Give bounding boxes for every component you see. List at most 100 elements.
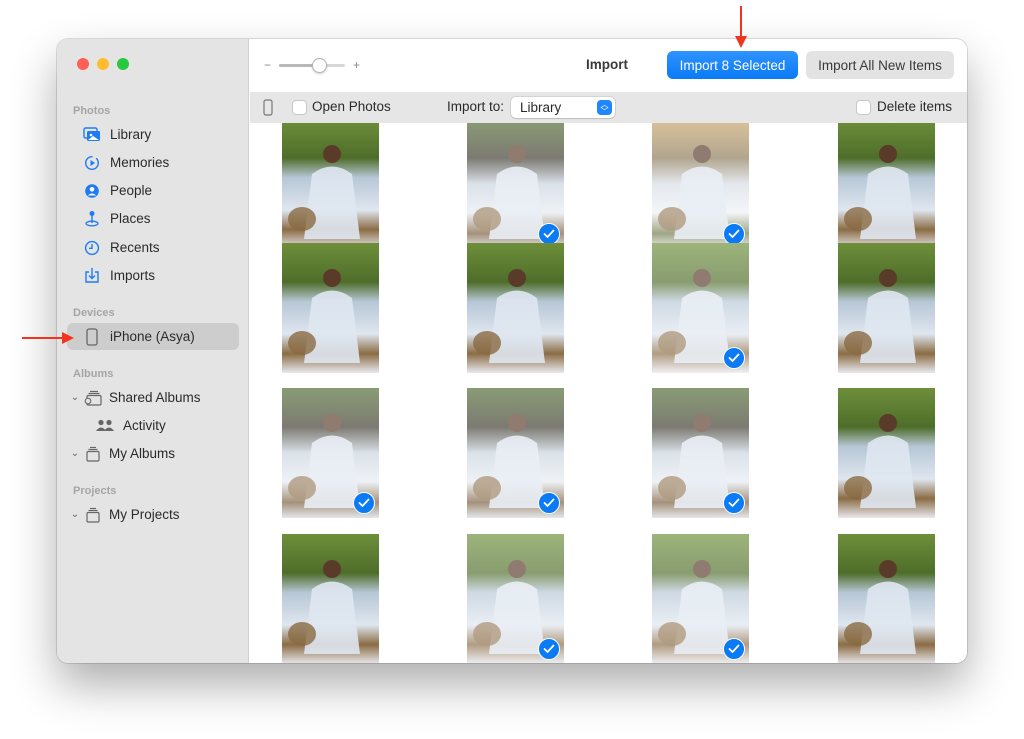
photo-thumbnail[interactable]	[838, 243, 935, 373]
checkmark-icon[interactable]	[723, 492, 745, 514]
import-to-select[interactable]: Library ︿ ﹀	[511, 97, 615, 118]
iphone-icon	[82, 327, 102, 346]
photo-thumbnail[interactable]	[467, 534, 564, 663]
sidebar-item-library[interactable]: Library	[67, 121, 239, 148]
sidebar: Photos Library Memories People Places Re…	[57, 39, 249, 663]
delete-items-label: Delete items	[877, 99, 953, 114]
sidebar-item-label: Places	[110, 211, 151, 226]
sidebar-item-activity[interactable]: Activity	[67, 412, 239, 439]
sidebar-item-label: People	[110, 183, 153, 198]
sidebar-item-places[interactable]: Places	[67, 205, 239, 232]
zoom-track[interactable]	[279, 57, 346, 73]
section-label-albums: Albums	[73, 368, 114, 380]
photo-thumbnail[interactable]	[652, 534, 749, 663]
zoom-slider[interactable]: − +	[264, 57, 374, 73]
checkmark-icon[interactable]	[723, 638, 745, 660]
import-to-value: Library	[520, 100, 562, 115]
section-label-projects: Projects	[73, 485, 117, 497]
checkmark-icon[interactable]	[538, 492, 560, 514]
photo-thumbnail[interactable]	[467, 243, 564, 373]
checkmark-icon[interactable]	[723, 347, 745, 369]
photo-thumbnail[interactable]	[838, 388, 935, 518]
photo-subject	[844, 560, 916, 654]
zoom-in-icon[interactable]: +	[353, 58, 360, 72]
sidebar-item-label: iPhone (Asya)	[110, 329, 195, 344]
sidebar-item-people[interactable]: People	[67, 177, 239, 204]
photo-grid	[250, 123, 967, 663]
photo-thumbnail[interactable]	[282, 388, 379, 518]
photo-subject	[844, 145, 916, 239]
minimize-button[interactable]	[97, 58, 109, 70]
select-stepper-icon: ︿ ﹀	[597, 100, 612, 115]
sidebar-item-memories[interactable]: Memories	[67, 149, 239, 176]
sidebar-item-iphone[interactable]: iPhone (Asya)	[67, 323, 239, 350]
imports-icon	[82, 267, 102, 285]
shared-albums-icon	[83, 389, 103, 407]
projects-icon	[83, 506, 103, 524]
photos-import-window: Photos Library Memories People Places Re…	[57, 39, 967, 663]
albums-icon	[83, 445, 103, 463]
sidebar-item-my-projects[interactable]: ⌄ My Projects	[67, 501, 239, 528]
library-icon	[82, 126, 102, 144]
annotation-arrow-down	[735, 6, 747, 48]
photo-thumbnail[interactable]	[838, 534, 935, 663]
section-label-devices: Devices	[73, 307, 115, 319]
sidebar-item-label: Recents	[110, 240, 160, 255]
photo-subject	[473, 269, 545, 363]
import-selected-button[interactable]: Import 8 Selected	[667, 51, 798, 79]
photo-thumbnail[interactable]	[282, 243, 379, 373]
import-to-label: Import to:	[447, 99, 505, 114]
chevron-down-icon[interactable]: ⌄	[70, 448, 80, 459]
maximize-button[interactable]	[117, 58, 129, 70]
zoom-thumb[interactable]	[311, 57, 327, 73]
chevron-down-icon[interactable]: ⌄	[70, 509, 80, 520]
sidebar-item-my-albums[interactable]: ⌄ My Albums	[67, 440, 239, 467]
sidebar-item-label: Memories	[110, 155, 170, 170]
open-photos-label: Open Photos	[312, 99, 391, 114]
recents-icon	[82, 239, 102, 257]
checkmark-icon[interactable]	[723, 223, 745, 245]
people-icon	[82, 182, 102, 200]
sidebar-item-imports[interactable]: Imports	[67, 262, 239, 289]
section-label-photos: Photos	[73, 105, 111, 117]
checkmark-icon[interactable]	[538, 223, 560, 245]
photo-thumbnail[interactable]	[467, 388, 564, 518]
window-controls	[77, 58, 129, 70]
photo-subject	[288, 560, 360, 654]
device-icon	[263, 99, 273, 119]
delete-items-checkbox[interactable]	[856, 100, 871, 115]
photo-thumbnail[interactable]	[652, 243, 749, 373]
checkmark-icon[interactable]	[538, 638, 560, 660]
window-title: Import	[586, 57, 628, 72]
sidebar-item-label: My Albums	[109, 446, 176, 461]
zoom-out-icon[interactable]: −	[264, 58, 271, 72]
import-all-new-items-button[interactable]: Import All New Items	[806, 51, 954, 79]
sidebar-item-label: Activity	[123, 418, 166, 433]
sidebar-item-shared-albums[interactable]: ⌄ Shared Albums	[67, 384, 239, 411]
photo-thumbnail[interactable]	[652, 123, 749, 249]
import-options-bar: Open Photos Import to: Library ︿ ﹀ Delete…	[250, 92, 967, 123]
activity-icon	[95, 417, 115, 435]
photo-subject	[844, 269, 916, 363]
photo-thumbnail[interactable]	[282, 534, 379, 663]
sidebar-item-label: My Projects	[109, 507, 180, 522]
photo-thumbnail[interactable]	[282, 123, 379, 249]
memories-icon	[82, 154, 102, 172]
photo-thumbnail[interactable]	[467, 123, 564, 249]
photo-thumbnail[interactable]	[652, 388, 749, 518]
toolbar: − + Import Import 8 Selected Import All …	[250, 39, 967, 92]
photo-thumbnail[interactable]	[838, 123, 935, 249]
sidebar-item-label: Library	[110, 127, 152, 142]
places-icon	[82, 210, 102, 228]
open-photos-checkbox[interactable]	[292, 100, 307, 115]
sidebar-item-recents[interactable]: Recents	[67, 234, 239, 261]
sidebar-item-label: Shared Albums	[109, 390, 201, 405]
close-button[interactable]	[77, 58, 89, 70]
photo-subject	[288, 145, 360, 239]
photo-subject	[844, 414, 916, 508]
photo-subject	[288, 269, 360, 363]
annotation-arrow-right	[22, 332, 74, 344]
chevron-down-icon[interactable]: ⌄	[70, 392, 80, 403]
checkmark-icon[interactable]	[353, 492, 375, 514]
sidebar-item-label: Imports	[110, 268, 156, 283]
